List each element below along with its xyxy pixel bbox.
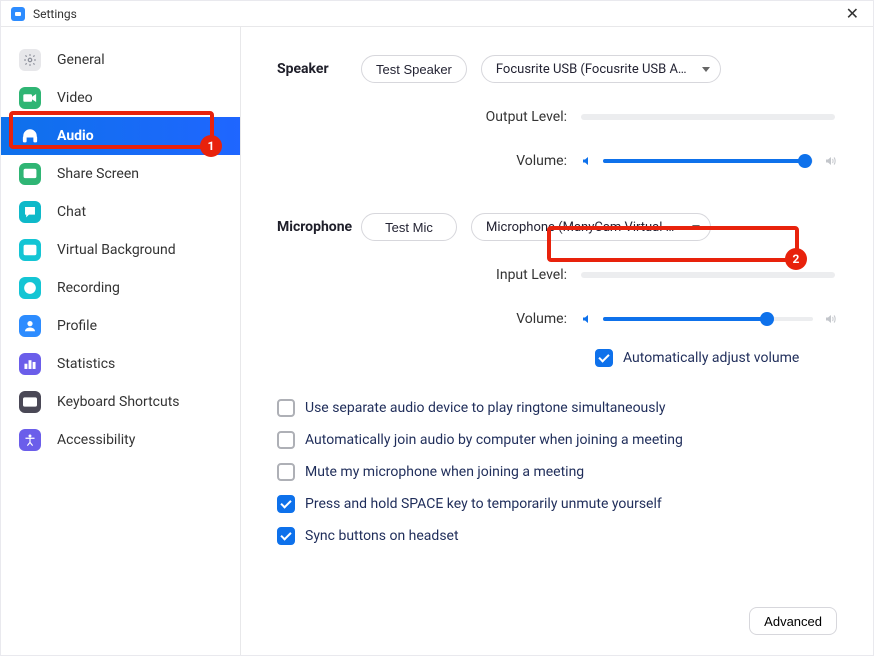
mic-volume-label: Volume:	[361, 311, 581, 327]
output-level-meter	[581, 114, 835, 120]
speaker-volume-slider[interactable]	[603, 159, 813, 163]
sidebar-item-label: Recording	[57, 280, 120, 296]
sidebar-item-recording[interactable]: Recording	[1, 269, 240, 307]
slider-fill	[603, 317, 767, 321]
slider-fill	[603, 159, 805, 163]
sidebar-item-general[interactable]: General	[1, 41, 240, 79]
speaker-device-value: Focusrite USB (Focusrite USB Aud…	[496, 62, 692, 77]
zoom-app-icon	[11, 7, 25, 21]
headphones-icon	[19, 125, 41, 147]
share-screen-icon	[19, 163, 41, 185]
input-level-label: Input Level:	[361, 267, 581, 283]
output-level-label: Output Level:	[361, 109, 581, 125]
checkbox-icon[interactable]	[277, 495, 295, 513]
video-icon	[19, 87, 41, 109]
sidebar-item-label: Share Screen	[57, 166, 139, 182]
mic-device-value: Microphone (ManyCam Virtual M…	[486, 220, 682, 235]
sidebar-item-share-screen[interactable]: Share Screen	[1, 155, 240, 193]
auto-adjust-label: Automatically adjust volume	[623, 350, 799, 366]
sidebar-item-label: Accessibility	[57, 432, 135, 448]
speaker-low-icon	[581, 313, 593, 325]
test-mic-button[interactable]: Test Mic	[361, 213, 457, 241]
sidebar-item-audio[interactable]: Audio	[1, 117, 240, 155]
microphone-heading: Microphone	[277, 213, 361, 235]
option-space-to-unmute[interactable]: Press and hold SPACE key to temporarily …	[277, 495, 837, 513]
sidebar-item-label: Statistics	[57, 356, 115, 372]
checkbox-icon[interactable]	[595, 349, 613, 367]
titlebar: Settings ✕	[1, 1, 873, 27]
option-label: Press and hold SPACE key to temporarily …	[305, 496, 662, 512]
window-title: Settings	[33, 7, 77, 21]
test-speaker-button[interactable]: Test Speaker	[361, 55, 467, 83]
option-label: Automatically join audio by computer whe…	[305, 432, 683, 448]
virtual-background-icon	[19, 239, 41, 261]
slider-thumb[interactable]	[760, 312, 774, 326]
gear-icon	[19, 49, 41, 71]
speaker-high-icon	[823, 313, 837, 325]
option-label: Sync buttons on headset	[305, 528, 459, 544]
sidebar-item-statistics[interactable]: Statistics	[1, 345, 240, 383]
sidebar-item-video[interactable]: Video	[1, 79, 240, 117]
option-label: Use separate audio device to play ringto…	[305, 400, 666, 416]
sidebar-item-label: Audio	[57, 128, 94, 144]
record-icon	[19, 277, 41, 299]
sidebar-item-label: Virtual Background	[57, 242, 176, 258]
option-auto-join-audio[interactable]: Automatically join audio by computer whe…	[277, 431, 837, 449]
speaker-high-icon	[823, 155, 837, 167]
chat-icon	[19, 201, 41, 223]
keyboard-icon	[19, 391, 41, 413]
audio-options-list: Use separate audio device to play ringto…	[277, 399, 837, 545]
advanced-button[interactable]: Advanced	[749, 607, 837, 635]
input-level-meter	[581, 272, 835, 278]
slider-thumb[interactable]	[798, 154, 812, 168]
accessibility-icon	[19, 429, 41, 451]
checkbox-icon[interactable]	[277, 431, 295, 449]
checkbox-icon[interactable]	[277, 527, 295, 545]
sidebar-item-label: Keyboard Shortcuts	[57, 394, 180, 410]
sidebar-item-label: General	[57, 52, 105, 68]
option-separate-ringtone-device[interactable]: Use separate audio device to play ringto…	[277, 399, 837, 417]
checkbox-icon[interactable]	[277, 463, 295, 481]
sidebar-item-label: Video	[57, 90, 93, 106]
option-label: Mute my microphone when joining a meetin…	[305, 464, 584, 480]
sidebar-item-chat[interactable]: Chat	[1, 193, 240, 231]
mic-volume-slider[interactable]	[603, 317, 813, 321]
profile-icon	[19, 315, 41, 337]
settings-window: Settings ✕ General Video Au	[0, 0, 874, 656]
statistics-icon	[19, 353, 41, 375]
sidebar-item-keyboard-shortcuts[interactable]: Keyboard Shortcuts	[1, 383, 240, 421]
sidebar-item-label: Profile	[57, 318, 97, 334]
option-mute-on-join[interactable]: Mute my microphone when joining a meetin…	[277, 463, 837, 481]
speaker-heading: Speaker	[277, 55, 361, 77]
close-icon[interactable]: ✕	[842, 6, 863, 22]
sidebar-item-accessibility[interactable]: Accessibility	[1, 421, 240, 459]
content-pane: Speaker Test Speaker Focusrite USB (Focu…	[241, 27, 873, 655]
auto-adjust-volume-option[interactable]: Automatically adjust volume	[361, 349, 837, 367]
option-sync-headset-buttons[interactable]: Sync buttons on headset	[277, 527, 837, 545]
sidebar-item-profile[interactable]: Profile	[1, 307, 240, 345]
speaker-section: Speaker Test Speaker Focusrite USB (Focu…	[277, 55, 837, 169]
sidebar-item-label: Chat	[57, 204, 86, 220]
speaker-low-icon	[581, 155, 593, 167]
speaker-device-select[interactable]: Focusrite USB (Focusrite USB Aud…	[481, 55, 721, 83]
checkbox-icon[interactable]	[277, 399, 295, 417]
mic-device-select[interactable]: Microphone (ManyCam Virtual M…	[471, 213, 711, 241]
speaker-volume-label: Volume:	[361, 153, 581, 169]
microphone-section: Microphone Test Mic Microphone (ManyCam …	[277, 213, 837, 367]
sidebar: General Video Audio Share Screen	[1, 27, 241, 655]
sidebar-item-virtual-background[interactable]: Virtual Background	[1, 231, 240, 269]
